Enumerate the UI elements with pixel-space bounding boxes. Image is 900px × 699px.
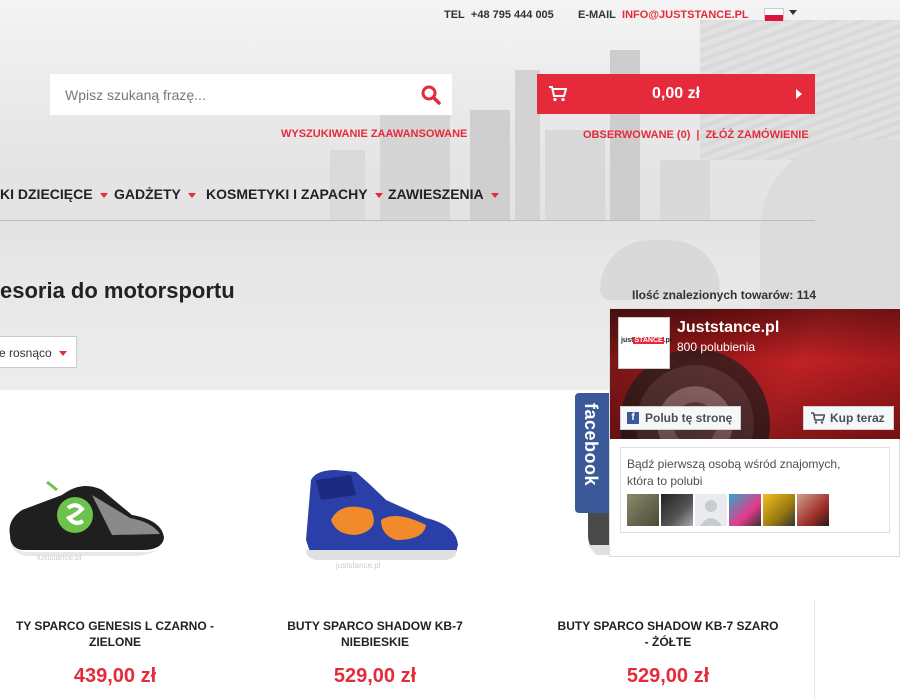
nav-item-label: KOSMETYKI I ZAPACHY xyxy=(206,186,368,202)
like-label: Polub tę stronę xyxy=(645,411,733,425)
nav-item-label: KI DZIECIĘCE xyxy=(0,186,93,202)
nav-item-label: GADŻETY xyxy=(114,186,181,202)
product-image[interactable]: juststance.pl xyxy=(2,460,172,560)
chevron-down-icon xyxy=(59,351,67,356)
building-graphic xyxy=(380,100,450,220)
topbar: TEL +48 795 444 005 E-MAIL INFO@JUSTSTAN… xyxy=(0,0,900,30)
facebook-buy-button[interactable]: Kup teraz xyxy=(803,406,894,430)
avatar[interactable] xyxy=(695,494,727,526)
product-count: Ilość znalezionych towarów: 114 xyxy=(632,288,817,302)
facebook-friends-text: Bądź pierwszą osobą wśród znajomych, któ… xyxy=(627,456,840,490)
chevron-down-icon xyxy=(187,192,196,198)
friends-line: która to polubi xyxy=(627,474,703,488)
nav-item-gadgets[interactable]: GADŻETY xyxy=(114,186,196,202)
email-link[interactable]: INFO@JUSTSTANCE.PL xyxy=(622,9,749,21)
building-graphic xyxy=(330,150,365,220)
advanced-search-link[interactable]: WYSZUKIWANIE ZAAWANSOWANE xyxy=(281,128,467,140)
product-name[interactable]: BUTY SPARCO SHADOW KB-7 SZARO - ŻÓŁTE xyxy=(553,618,783,650)
email-info: E-MAIL INFO@JUSTSTANCE.PL xyxy=(578,9,749,21)
nav-item-suspension[interactable]: ZAWIESZENIA xyxy=(388,186,499,202)
search-button[interactable] xyxy=(420,84,442,106)
sort-select[interactable]: e rosnąco xyxy=(0,336,77,368)
nav-divider xyxy=(0,220,815,221)
product-image[interactable]: juststance.pl xyxy=(296,440,466,570)
sort-value: e rosnąco xyxy=(0,346,52,360)
building-graphic xyxy=(660,160,710,220)
chevron-right-icon xyxy=(796,89,802,99)
facebook-page-name[interactable]: Juststance.pl xyxy=(677,319,779,337)
product-price: 439,00 zł xyxy=(73,665,157,687)
facebook-likes: 800 polubienia xyxy=(677,340,756,354)
chevron-down-icon xyxy=(490,192,499,198)
watched-link[interactable]: OBSERWOWANE (0) xyxy=(583,129,690,141)
product-name-line: BUTY SPARCO SHADOW KB-7 xyxy=(287,619,463,633)
cart-icon xyxy=(811,412,825,424)
nav-item-label: ZAWIESZENIA xyxy=(388,186,484,202)
phone-info: TEL +48 795 444 005 xyxy=(444,9,554,21)
nav-item-cosmetics[interactable]: KOSMETYKI I ZAPACHY xyxy=(206,186,383,202)
facebook-cover[interactable]: justSTANCE.pl Juststance.pl 800 polubien… xyxy=(610,309,900,439)
facebook-page-logo[interactable]: justSTANCE.pl xyxy=(618,317,672,369)
nav-item-kids[interactable]: KI DZIECIĘCE xyxy=(0,186,108,202)
product-name-line: ZIELONE xyxy=(88,635,141,649)
avatar[interactable] xyxy=(763,494,795,526)
product-name-line: BUTY SPARCO SHADOW KB-7 SZARO xyxy=(557,619,779,633)
product-price: 529,00 zł xyxy=(626,665,710,687)
chevron-down-icon[interactable] xyxy=(789,10,797,15)
chevron-down-icon xyxy=(99,192,108,198)
facebook-friends-box: Bądź pierwszą osobą wśród znajomych, któ… xyxy=(620,447,890,533)
avatar[interactable] xyxy=(627,494,659,526)
product-name-line: TY SPARCO GENESIS L CZARNO - xyxy=(15,619,215,633)
facebook-widget: justSTANCE.pl Juststance.pl 800 polubien… xyxy=(609,308,900,557)
building-graphic xyxy=(545,130,605,220)
cart-button[interactable]: 0,00 zł xyxy=(537,74,815,114)
search-input[interactable] xyxy=(50,74,410,115)
product-name[interactable]: TY SPARCO GENESIS L CZARNO - ZIELONE xyxy=(0,618,230,650)
page-title: esoria do motorsportu xyxy=(0,278,235,303)
chevron-down-icon xyxy=(374,192,383,198)
product-name[interactable]: BUTY SPARCO SHADOW KB-7 NIEBIESKIE xyxy=(260,618,490,650)
svg-text:juststance.pl: juststance.pl xyxy=(335,561,381,570)
place-order-link[interactable]: ZŁÓŻ ZAMÓWIENIE xyxy=(705,129,808,141)
logo-text-c: .pl xyxy=(663,337,672,344)
email-label: E-MAIL xyxy=(578,9,616,21)
phone-value[interactable]: +48 795 444 005 xyxy=(471,9,554,21)
pl-flag-icon[interactable] xyxy=(764,8,784,21)
logo-text-a: just xyxy=(621,337,634,344)
friends-line: Bądź pierwszą osobą wśród znajomych, xyxy=(627,457,841,471)
facebook-tab-label: facebook xyxy=(581,403,601,487)
search-box xyxy=(50,74,452,115)
buy-label: Kup teraz xyxy=(830,411,885,425)
product-name-line: NIEBIESKIE xyxy=(340,635,409,649)
svg-text:juststance.pl: juststance.pl xyxy=(36,553,82,560)
building-graphic xyxy=(470,110,510,220)
search-icon xyxy=(421,85,441,105)
logo-text: justSTANCE.pl xyxy=(621,337,672,344)
separator: | xyxy=(696,129,700,141)
phone-label: TEL xyxy=(444,9,465,21)
avatar[interactable] xyxy=(797,494,829,526)
cart-total: 0,00 zł xyxy=(651,85,701,102)
facebook-like-button[interactable]: f Polub tę stronę xyxy=(620,406,742,430)
logo-text-b: STANCE xyxy=(633,337,664,344)
avatar[interactable] xyxy=(661,494,693,526)
product-price: 529,00 zł xyxy=(333,665,417,687)
facebook-tab[interactable]: facebook xyxy=(575,393,609,513)
avatar[interactable] xyxy=(729,494,761,526)
facebook-icon: f xyxy=(627,412,639,424)
user-links: OBSERWOWANE (0) | ZŁÓŻ ZAMÓWIENIE xyxy=(583,129,809,141)
grid-divider xyxy=(814,600,815,699)
product-name-line: - ŻÓŁTE xyxy=(644,635,692,649)
